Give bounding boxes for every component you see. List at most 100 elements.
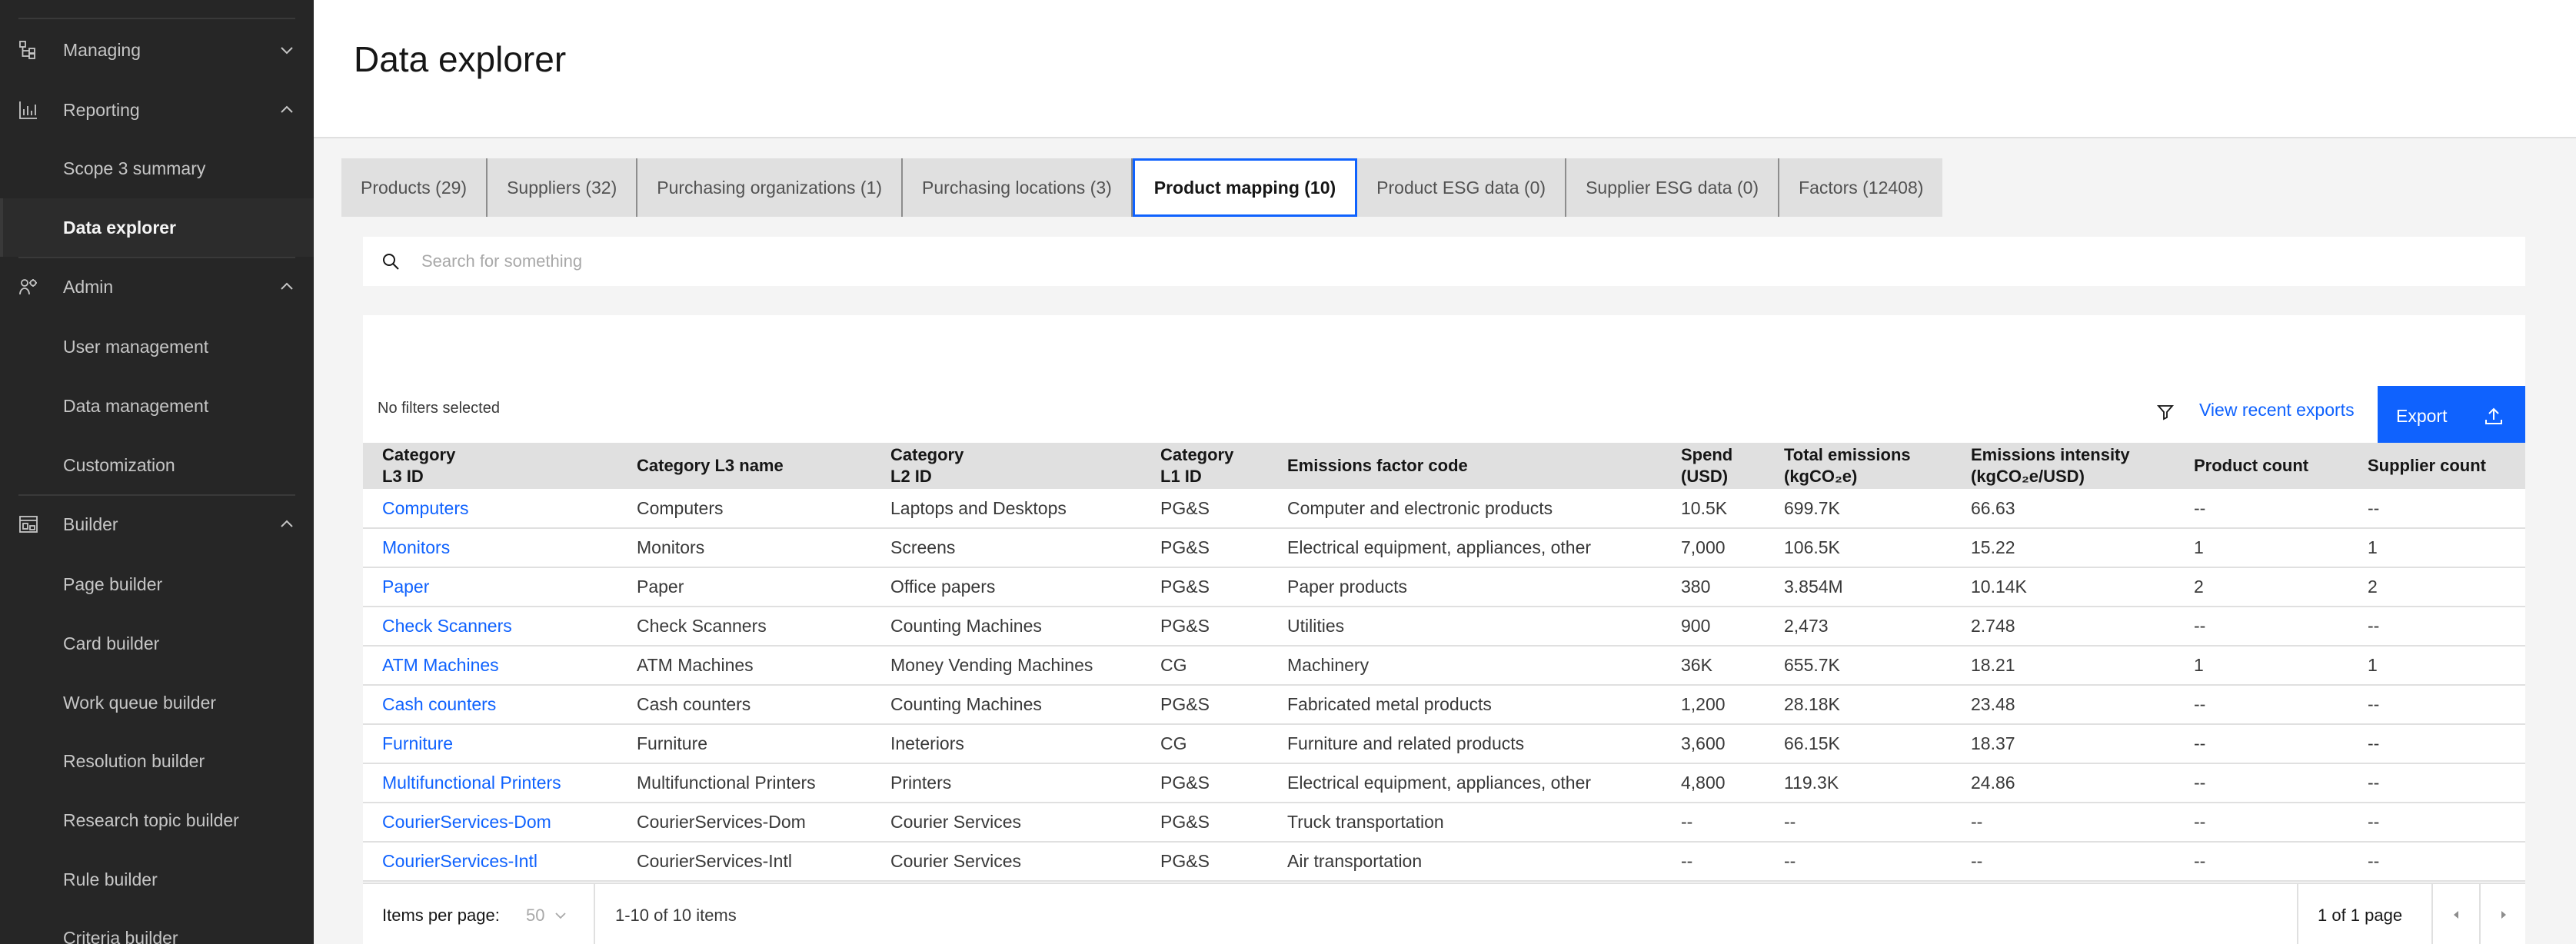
table-cell: 106.5K <box>1784 537 1840 557</box>
table-cell: Fabricated metal products <box>1287 694 1492 714</box>
table-cell: -- <box>1681 812 1693 832</box>
builder-icon <box>19 516 38 533</box>
column-header[interactable]: Category L2 ID <box>871 443 1141 489</box>
chevron-up-icon <box>281 282 293 290</box>
column-header[interactable]: Supplier count <box>2348 443 2525 489</box>
table-cell: 655.7K <box>1784 655 1840 675</box>
table-cell: 36K <box>1681 655 1712 675</box>
sidebar-item-label: Resolution builder <box>63 750 205 771</box>
table-cell: Machinery <box>1287 655 1370 675</box>
sidebar-item-data-explorer[interactable]: Data explorer <box>0 198 314 257</box>
table-cell: PG&S <box>1160 773 1210 793</box>
sidebar-item-page-builder[interactable]: Page builder <box>0 555 314 613</box>
page-count: 1 of 1 page <box>2318 906 2403 925</box>
table-row[interactable]: Paper Paper Office papers PG&S Paper product… <box>363 567 2525 607</box>
previous-page-button[interactable] <box>2433 884 2479 944</box>
column-header[interactable]: Product count <box>2175 443 2348 489</box>
sidebar-group-reporting[interactable]: Reporting <box>0 85 314 135</box>
table-row[interactable]: ATM Machines ATM Machines Money Vending Ma… <box>363 646 2525 685</box>
sidebar-group-label: Managing <box>63 39 141 60</box>
sidebar-item-resolution-builder[interactable]: Resolution builder <box>0 732 314 790</box>
column-header[interactable]: Total emissions (kgCO₂e) <box>1765 443 1952 489</box>
table-row[interactable]: Check Scanners Check Scanners Counting Mac… <box>363 607 2525 646</box>
items-per-page-select[interactable]: 50 <box>526 906 567 926</box>
category-l3-id-link[interactable]: Computers <box>363 489 617 528</box>
table-cell: 2 <box>2194 577 2204 597</box>
sidebar-item-criteria-builder[interactable]: Criteria builder <box>0 909 314 944</box>
table-cell: 4,800 <box>1681 773 1726 793</box>
filter-button[interactable] <box>2145 392 2185 432</box>
column-header[interactable]: Category L3 name <box>617 443 871 489</box>
tab-products[interactable]: Products (29) <box>341 158 488 217</box>
table-body: Computers Computers Laptops and Desktops PG… <box>363 489 2525 881</box>
page-title: Data explorer <box>354 39 567 79</box>
category-l3-id-link[interactable]: Multifunctional Printers <box>363 763 617 803</box>
sidebar-group-label: Reporting <box>63 99 140 120</box>
column-header[interactable]: Category L1 ID <box>1141 443 1268 489</box>
table-row[interactable]: Computers Computers Laptops and Desktops PG… <box>363 489 2525 528</box>
sidebar-item-card-builder[interactable]: Card builder <box>0 614 314 673</box>
column-header-label: (kgCO₂e) <box>1784 467 1858 486</box>
tab-product-esg-data[interactable]: Product ESG data (0) <box>1357 158 1567 217</box>
table-cell: Multifunctional Printers <box>637 773 816 793</box>
sidebar-item-work-queue-builder[interactable]: Work queue builder <box>0 673 314 732</box>
category-l3-id-link[interactable]: CourierServices-Dom <box>363 803 617 842</box>
category-l3-id-link[interactable]: ATM Machines <box>363 646 617 685</box>
column-header-label: Category <box>890 445 964 464</box>
category-l3-id-link[interactable]: Monitors <box>363 528 617 567</box>
next-page-button[interactable] <box>2481 884 2527 944</box>
table-row[interactable]: CourierServices-Dom CourierServices-Dom Co… <box>363 803 2525 842</box>
column-header[interactable]: Emissions intensity (kgCO₂e/USD) <box>1952 443 2175 489</box>
sidebar-item-research-topic-builder[interactable]: Research topic builder <box>0 791 314 849</box>
table-cell: -- <box>2194 694 2206 714</box>
table-cell: Ineteriors <box>890 733 964 753</box>
sidebar-item-customization[interactable]: Customization <box>0 436 314 494</box>
sidebar-item-scope3-summary[interactable]: Scope 3 summary <box>0 139 314 198</box>
sidebar-item-data-management[interactable]: Data management <box>0 377 314 435</box>
sidebar-group-builder[interactable]: Builder <box>0 499 314 550</box>
sidebar-item-label: Research topic builder <box>63 809 239 830</box>
column-header[interactable]: Category L3 ID <box>363 443 617 489</box>
table-cell: PG&S <box>1160 812 1210 832</box>
table-row[interactable]: Multifunctional Printers Multifunctional … <box>363 763 2525 803</box>
table-row[interactable]: Monitors Monitors Screens PG&S Electrical eq… <box>363 528 2525 567</box>
export-button[interactable]: Export <box>2378 386 2525 446</box>
table-cell: 66.63 <box>1971 497 2015 518</box>
tab-suppliers[interactable]: Suppliers (32) <box>488 158 638 217</box>
table-cell: Screens <box>890 537 956 557</box>
category-l3-id-link[interactable]: CourierServices-Intl <box>363 842 617 881</box>
tab-purchasing-organizations[interactable]: Purchasing organizations (1) <box>637 158 904 217</box>
category-l3-id-link[interactable]: Paper <box>363 567 617 607</box>
tab-purchasing-locations[interactable]: Purchasing locations (3) <box>903 158 1133 217</box>
sidebar-item-label: User management <box>63 336 209 357</box>
table-cell: -- <box>1971 812 1983 832</box>
table-cell: Truck transportation <box>1287 812 1444 832</box>
column-header[interactable]: Emissions factor code <box>1268 443 1662 489</box>
column-header-label: Category L3 name <box>637 456 784 475</box>
chevron-down-icon <box>555 912 567 919</box>
items-range: 1-10 of 10 items <box>615 906 737 925</box>
table-row[interactable]: Furniture Furniture Ineteriors CG Furniture … <box>363 724 2525 763</box>
table-cell: -- <box>2194 733 2206 753</box>
sidebar-group-admin[interactable]: Admin <box>0 261 314 312</box>
sidebar-item-label: Data management <box>63 395 209 416</box>
column-header[interactable]: Spend (USD) <box>1662 443 1765 489</box>
table-cell: Furniture and related products <box>1287 733 1525 753</box>
table-row[interactable]: Cash counters Cash counters Counting Machi… <box>363 685 2525 724</box>
sidebar-item-label: Work queue builder <box>63 692 217 713</box>
search-input[interactable] <box>421 246 2498 277</box>
table-cell: 380 <box>1681 577 1711 597</box>
tab-factors[interactable]: Factors (12408) <box>1779 158 1943 217</box>
category-l3-id-link[interactable]: Check Scanners <box>363 607 617 646</box>
category-l3-id-link[interactable]: Furniture <box>363 724 617 763</box>
sidebar-item-user-management[interactable]: User management <box>0 317 314 376</box>
sidebar-item-rule-builder[interactable]: Rule builder <box>0 850 314 909</box>
table-cell: -- <box>2368 812 2380 832</box>
view-recent-exports-link[interactable]: View recent exports <box>2199 400 2355 420</box>
sidebar-item-label: Card builder <box>63 633 160 653</box>
category-l3-id-link[interactable]: Cash counters <box>363 685 617 724</box>
sidebar-group-managing[interactable]: Managing <box>0 25 314 75</box>
tab-product-mapping[interactable]: Product mapping (10) <box>1132 158 1358 217</box>
tab-supplier-esg-data[interactable]: Supplier ESG data (0) <box>1566 158 1780 217</box>
table-row[interactable]: CourierServices-Intl CourierServices-Intl… <box>363 842 2525 881</box>
